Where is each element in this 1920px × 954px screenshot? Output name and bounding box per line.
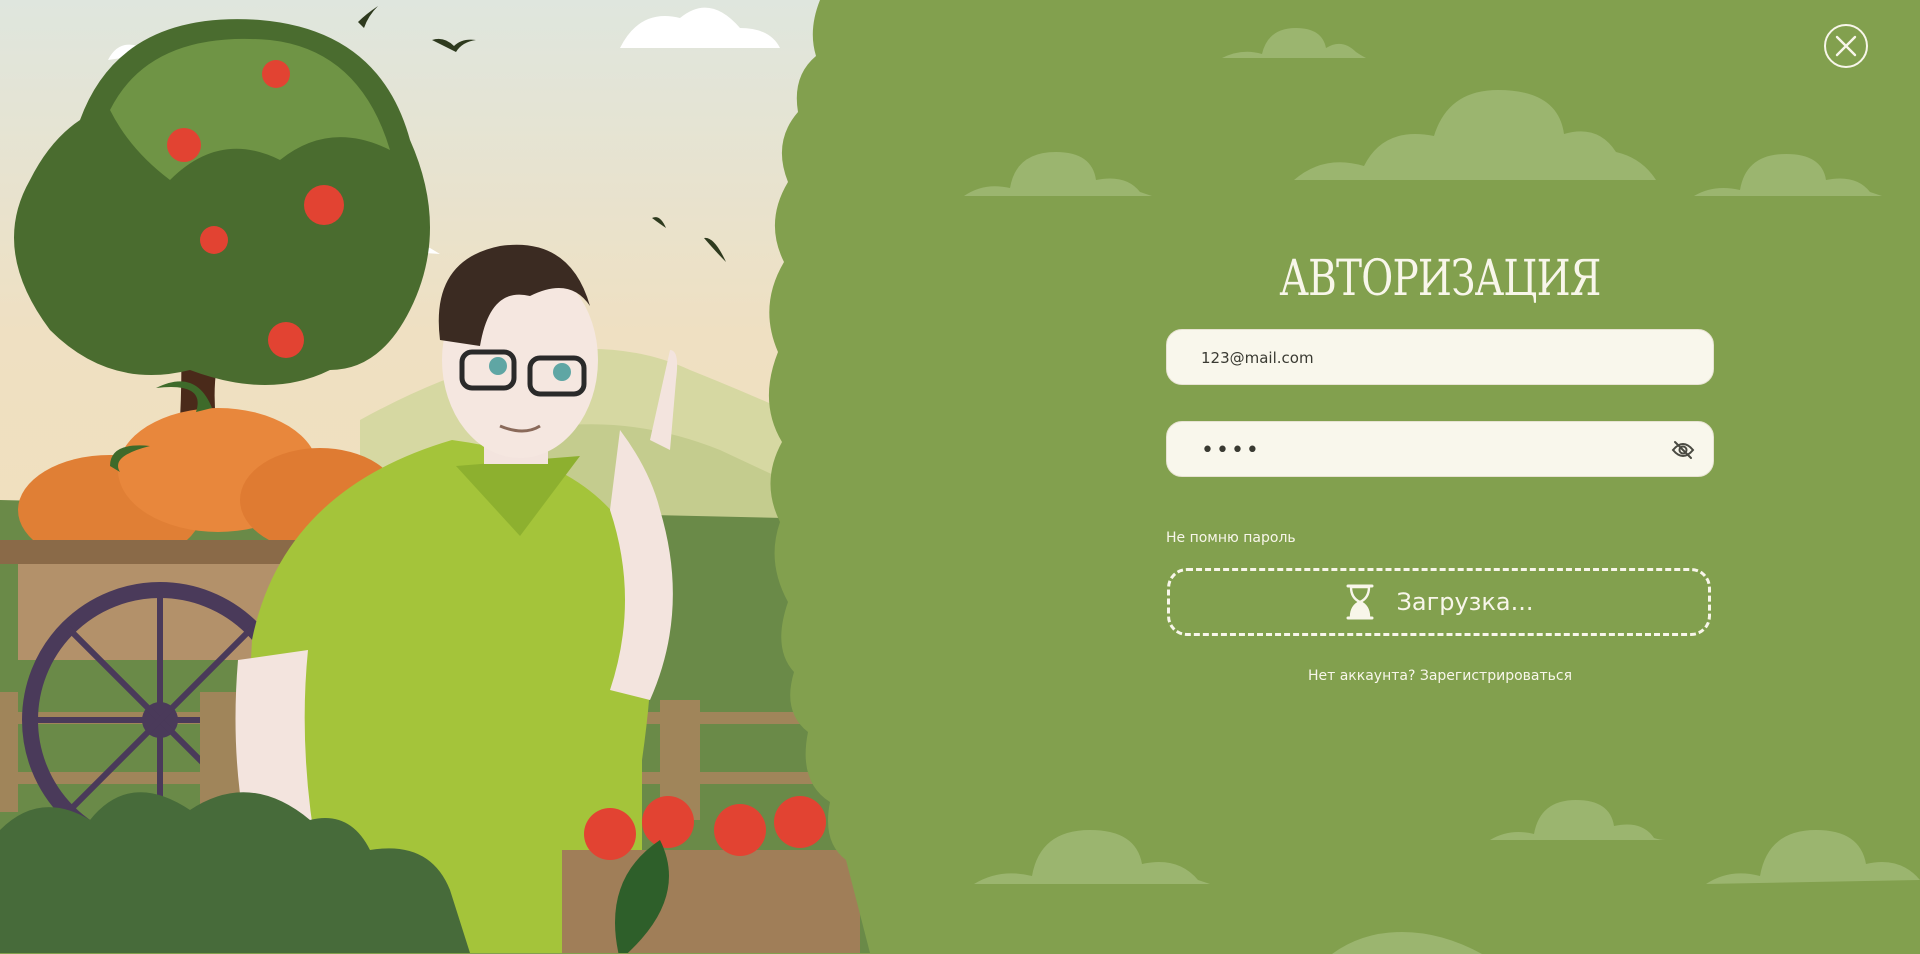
submit-button[interactable]: Загрузка... [1167,568,1711,636]
submit-button-label: Загрузка... [1396,588,1534,616]
cloud-decoration [964,152,1152,196]
email-field[interactable] [1166,329,1714,386]
page-title: АВТОРИЗАЦИЯ [1279,249,1601,307]
close-icon [1835,35,1857,57]
password-field[interactable] [1166,421,1714,478]
cloud-decoration [1332,932,1482,954]
cloud-decoration [1694,154,1882,196]
cloud-decoration [1490,800,1666,840]
register-link[interactable]: Нет аккаунта? Зарегистрироваться [1176,668,1704,684]
cloud-decoration [1706,830,1920,884]
hourglass-icon [1346,584,1373,620]
cloud-decoration [974,830,1210,884]
eye-off-icon[interactable] [1671,438,1695,462]
close-button[interactable] [1824,24,1868,68]
password-input[interactable] [1199,422,1643,478]
cloud-decoration [1222,28,1366,58]
cloud-decoration [1294,90,1656,180]
email-input[interactable] [1199,330,1643,386]
forgot-password-link[interactable]: Не помню пароль [1166,530,1296,546]
hero-illustration [0,0,870,953]
